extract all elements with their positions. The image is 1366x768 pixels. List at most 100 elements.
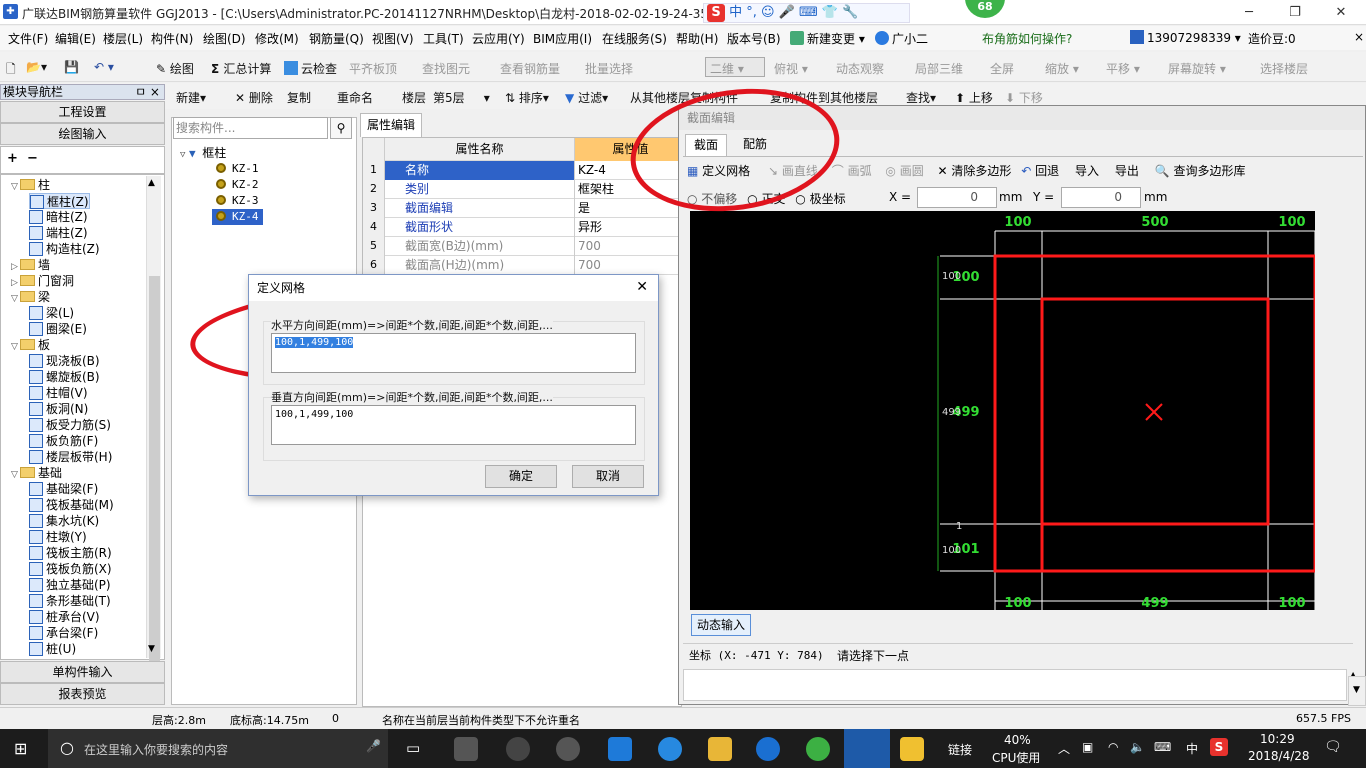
- tree-item[interactable]: 柱帽(V): [29, 385, 88, 401]
- save-icon[interactable]: 💾: [64, 60, 79, 74]
- tray-app-icon[interactable]: ▣: [1082, 740, 1093, 754]
- tree-item[interactable]: 桩(U): [29, 641, 76, 657]
- horizontal-spacing-input[interactable]: 100,1,499,100: [271, 333, 636, 373]
- taskbar-link[interactable]: 链接: [948, 741, 972, 758]
- draw-arc-button[interactable]: ⌒ 画弧: [832, 164, 872, 178]
- rename-button[interactable]: 重命名: [337, 89, 373, 106]
- ggj-active-app-icon[interactable]: [844, 729, 890, 768]
- menu-modify[interactable]: 修改(M): [255, 30, 299, 47]
- tree-scrollbar[interactable]: ▲ ▼: [146, 176, 161, 671]
- expand-all-icon[interactable]: +: [7, 151, 18, 166]
- maximize-button[interactable]: ❐: [1272, 0, 1318, 25]
- level-top-button[interactable]: 平齐板顶: [349, 60, 397, 77]
- zoom-button[interactable]: 缩放 ▾: [1045, 60, 1079, 77]
- dynamic-input-button[interactable]: 动态输入: [691, 614, 751, 636]
- menu-close-doc[interactable]: ×: [1354, 30, 1364, 44]
- menu-rebar[interactable]: 钢筋量(Q): [309, 30, 364, 47]
- tree-item[interactable]: 基础梁(F): [29, 481, 98, 497]
- tree-folder[interactable]: ▽ 基础: [11, 465, 62, 481]
- edge-app-icon[interactable]: [506, 737, 530, 761]
- draw-button[interactable]: ✎ 绘图: [156, 60, 194, 77]
- top-view-button[interactable]: 俯视 ▾: [774, 60, 808, 77]
- scroll-down-icon[interactable]: ▼: [148, 644, 155, 654]
- component-item-selected[interactable]: KZ-4: [212, 209, 263, 225]
- dialog-close-icon[interactable]: ✕: [636, 279, 648, 295]
- edge-browser-icon[interactable]: [608, 737, 632, 761]
- cancel-button[interactable]: 取消: [572, 465, 644, 488]
- menu-cloud[interactable]: 云应用(Y): [472, 30, 525, 47]
- menu-draw[interactable]: 绘图(D): [203, 30, 246, 47]
- delete-button[interactable]: ✕ 删除: [235, 89, 273, 106]
- taskbar-search-box[interactable]: ○ 在这里输入你要搜索的内容 🎤: [48, 729, 388, 768]
- property-value[interactable]: 700: [575, 237, 681, 256]
- tab-property-edit[interactable]: 属性编辑: [360, 113, 422, 137]
- filter-button[interactable]: ▼ 过滤▾: [565, 89, 608, 106]
- green-app-icon[interactable]: [806, 737, 830, 761]
- property-row[interactable]: 3 截面编辑是: [363, 199, 681, 218]
- menu-file[interactable]: 文件(F): [8, 30, 48, 47]
- tree-item[interactable]: 暗柱(Z): [29, 209, 88, 225]
- collapse-icon[interactable]: ▽: [11, 179, 20, 195]
- menu-assistant[interactable]: 广小二: [875, 30, 928, 47]
- draw-input-button[interactable]: 绘图输入: [0, 123, 165, 145]
- fullscreen-button[interactable]: 全屏: [990, 60, 1014, 77]
- notes-app-icon[interactable]: [900, 737, 924, 761]
- property-row[interactable]: 6 截面高(H边)(mm) 700: [363, 256, 681, 275]
- tree-folder[interactable]: ▽ 梁: [11, 289, 50, 305]
- undo-button[interactable]: ↶ 回退: [1021, 164, 1059, 178]
- tree-folder[interactable]: ▽ 柱: [11, 177, 50, 193]
- tree-item[interactable]: 桩承台(V): [29, 609, 100, 625]
- mic-icon[interactable]: 🎤: [366, 739, 381, 753]
- tree-item[interactable]: 板负筋(F): [29, 433, 98, 449]
- wifi-icon[interactable]: ◠: [1108, 740, 1118, 754]
- tree-item[interactable]: 端柱(Z): [29, 225, 88, 241]
- project-settings-button[interactable]: 工程设置: [0, 101, 165, 123]
- export-button[interactable]: 导出: [1115, 164, 1139, 178]
- find-element-button[interactable]: 查找图元: [422, 60, 470, 77]
- dynamic-view-button[interactable]: 动态观察: [836, 60, 884, 77]
- x-input[interactable]: 0: [917, 187, 997, 208]
- collapse-icon[interactable]: ▽: [11, 291, 20, 307]
- scroll-up-icon[interactable]: ▲: [148, 178, 155, 188]
- collapse-icon[interactable]: ▽: [11, 467, 20, 483]
- copy-button[interactable]: 复制: [287, 89, 311, 106]
- volume-icon[interactable]: 🔈: [1130, 740, 1145, 754]
- main-scroll-down-icon[interactable]: ▼: [1353, 685, 1360, 695]
- app-icon[interactable]: [556, 737, 580, 761]
- search-icon[interactable]: ⚲: [330, 117, 352, 139]
- tree-item[interactable]: 筏板主筋(R): [29, 545, 112, 561]
- draw-circle-button[interactable]: ◎ 画圆: [885, 164, 923, 178]
- tree-item[interactable]: 梁(L): [29, 305, 74, 321]
- select-floor-button[interactable]: 选择楼层: [1260, 60, 1308, 77]
- menu-bim[interactable]: BIM应用(I): [533, 30, 592, 47]
- tray-chevron-icon[interactable]: ︿: [1058, 740, 1070, 757]
- batch-select-button[interactable]: 批量选择: [585, 60, 633, 77]
- floor-select[interactable]: 第5层 ▾: [433, 89, 490, 106]
- view-rebar-button[interactable]: 查看钢筋量: [500, 60, 560, 77]
- tree-item[interactable]: 框柱(Z): [29, 193, 90, 209]
- import-button[interactable]: 导入: [1075, 164, 1099, 178]
- tree-item[interactable]: 楼层板带(H): [29, 449, 112, 465]
- menu-online[interactable]: 在线服务(S): [602, 30, 667, 47]
- component-item[interactable]: KZ-2: [216, 177, 259, 193]
- component-root[interactable]: ▽ ▼ 框柱: [180, 145, 226, 161]
- local-3d-button[interactable]: 局部三维: [915, 60, 963, 77]
- polar-radio[interactable]: ○ 极坐标: [795, 192, 845, 206]
- open-folder-icon[interactable]: 📂▾: [26, 60, 47, 74]
- component-search-input[interactable]: 搜索构件...: [173, 117, 328, 139]
- menu-floor[interactable]: 楼层(L): [103, 30, 143, 47]
- tree-item[interactable]: 独立基础(P): [29, 577, 111, 593]
- tree-item[interactable]: 现浇板(B): [29, 353, 100, 369]
- property-value[interactable]: 700: [575, 256, 681, 275]
- notification-icon[interactable]: 🗨: [1324, 739, 1342, 755]
- scroll-thumb[interactable]: [149, 276, 160, 671]
- nav-pin-icon[interactable]: ㅁ ×: [135, 85, 160, 99]
- menu-view[interactable]: 视图(V): [372, 30, 414, 47]
- user-account[interactable]: 13907298339 ▾: [1130, 30, 1241, 45]
- sum-button[interactable]: Σ 汇总计算: [211, 60, 271, 77]
- menu-version[interactable]: 版本号(B): [727, 30, 781, 47]
- menu-new-change[interactable]: 新建变更 ▾: [790, 30, 865, 47]
- menu-tools[interactable]: 工具(T): [423, 30, 464, 47]
- cloud-check-button[interactable]: 云检查: [284, 60, 337, 77]
- minimize-button[interactable]: ─: [1226, 0, 1272, 25]
